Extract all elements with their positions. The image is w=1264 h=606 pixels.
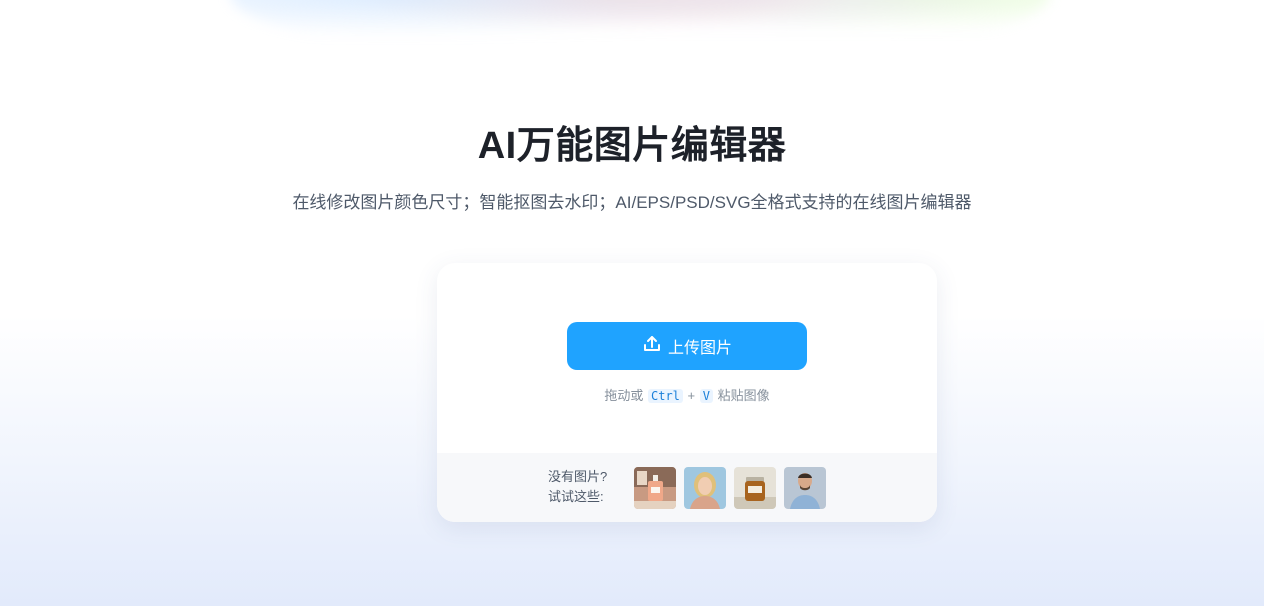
plus-sign: + xyxy=(687,388,696,403)
sample-thumb-man[interactable] xyxy=(784,467,826,509)
sample-thumb-candle[interactable] xyxy=(734,467,776,509)
paste-hint: 拖动或 Ctrl + V 粘贴图像 xyxy=(437,385,937,404)
sample-label-line2: 试试这些: xyxy=(548,489,604,504)
decorative-top-glow xyxy=(230,0,1050,60)
upload-icon xyxy=(642,334,662,359)
sample-label: 没有图片? 试试这些: xyxy=(548,467,607,507)
hint-prefix: 拖动或 xyxy=(604,388,644,403)
ctrl-key: Ctrl xyxy=(648,389,683,403)
v-key: V xyxy=(699,389,713,403)
hint-suffix: 粘贴图像 xyxy=(717,388,770,403)
upload-image-button[interactable]: 上传图片 xyxy=(567,322,807,370)
upload-button-label: 上传图片 xyxy=(667,340,732,357)
sample-images-area: 没有图片? 试试这些: xyxy=(437,453,937,522)
upload-card[interactable]: 上传图片 拖动或 Ctrl + V 粘贴图像 没有图片? 试试这些: xyxy=(437,263,937,522)
sample-thumbnails xyxy=(634,467,826,509)
sample-thumb-woman[interactable] xyxy=(684,467,726,509)
sample-label-line1: 没有图片? xyxy=(548,469,608,484)
page-title: AI万能图片编辑器 xyxy=(477,125,787,167)
page-subtitle: 在线修改图片颜色尺寸；智能抠图去水印；AI/EPS/PSD/SVG全格式支持的在… xyxy=(292,193,972,212)
sample-thumb-perfume[interactable] xyxy=(634,467,676,509)
